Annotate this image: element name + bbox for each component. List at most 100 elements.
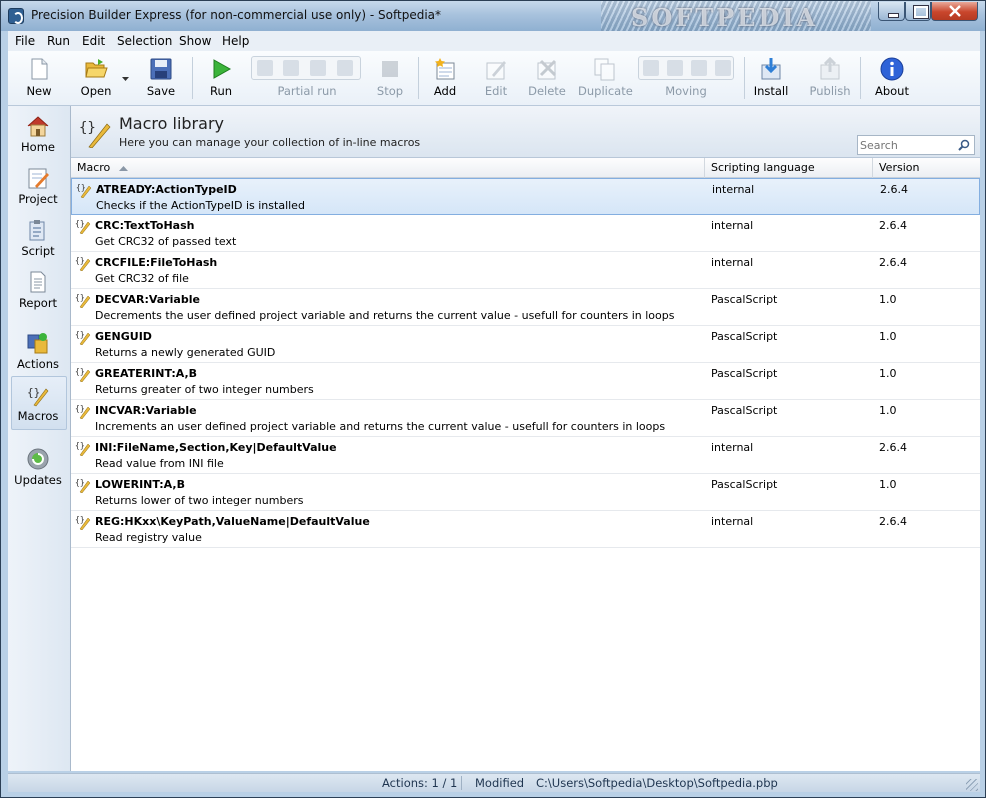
table-row[interactable]: {} REG:HKxx\KeyPath,ValueName|DefaultValu… [71,511,980,548]
macro-icon: {} [75,219,91,234]
watermark-text: SOFTPEDIA [631,3,819,32]
moving-group[interactable]: Moving [638,53,734,103]
partial-run-buttons[interactable] [251,56,361,80]
svg-text:{}: {} [75,256,85,265]
duplicate-button[interactable]: Duplicate [578,53,633,103]
table-row[interactable]: {} ATREADY:ActionTypeID Checks if the Acti… [71,178,980,215]
sidebar-label: Script [21,244,55,258]
sidebar-item-project[interactable]: Project [8,160,68,216]
app-logo-icon[interactable] [8,8,24,24]
install-button[interactable]: Install [752,53,790,103]
run-button[interactable]: Run [200,53,242,103]
status-separator [461,776,462,790]
page-subtitle: Here you can manage your collection of i… [119,136,421,149]
table-row[interactable]: {} GREATERINT:A,B Returns greater of two i… [71,363,980,400]
column-header-label: Macro [77,161,111,174]
menu-file[interactable]: File [15,34,35,48]
sidebar-label: Macros [17,409,59,423]
close-button[interactable] [931,2,978,21]
toolbar-separator [192,57,193,99]
move-down-icon [691,60,707,76]
sidebar-item-macros[interactable]: {} Macros [8,377,68,433]
status-actions-count: Actions: 1 / 1 [382,776,458,790]
sidebar-label: Report [18,296,58,310]
open-folder-icon [85,59,108,78]
updates-icon [27,448,49,470]
column-header-macro[interactable]: Macro [71,158,705,178]
delete-button[interactable]: Delete [526,53,568,103]
minimize-button[interactable] [878,2,905,21]
sidebar-item-home[interactable]: Home [8,108,68,164]
home-icon [27,116,49,137]
table-row[interactable]: {} DECVAR:Variable Decrements the user def… [71,289,980,326]
resize-grip[interactable] [966,779,978,791]
macro-icon: {} [75,256,91,271]
menu-run[interactable]: Run [47,34,70,48]
sidebar-item-report[interactable]: Report [8,264,68,320]
publish-button[interactable]: Publish [808,53,852,103]
close-icon [948,5,961,17]
table-row[interactable]: {} LOWERINT:A,B Returns lower of two integ… [71,474,980,511]
macro-name: CRCFILE:FileToHash [95,256,218,269]
delete-icon [537,59,557,80]
sidebar-label: Project [18,192,58,206]
new-button[interactable]: New [18,53,60,103]
table-row[interactable]: {} CRC:TextToHash Get CRC32 of passed text… [71,215,980,252]
partial-run-label: Partial run [277,84,337,98]
menu-show[interactable]: Show [179,34,211,48]
partial-run-group[interactable]: Partial run [251,53,363,103]
macros-icon: {} [27,386,49,407]
macro-version: 1.0 [879,478,897,491]
stop-button[interactable]: Stop [370,53,410,103]
moving-buttons[interactable] [638,56,734,80]
svg-text:{}: {} [75,367,85,376]
stop-icon [382,61,398,77]
menu-selection[interactable]: Selection [117,34,172,48]
add-label: Add [433,84,457,98]
status-modified: Modified [475,776,525,790]
macro-language: internal [711,256,754,269]
column-header-language[interactable]: Scripting language [705,158,873,178]
macro-language: internal [711,441,754,454]
svg-text:{}: {} [75,478,85,487]
menu-bar: File Run Edit Selection Show Help [8,31,980,51]
search-input[interactable] [860,137,956,153]
menu-help[interactable]: Help [222,34,249,48]
table-row[interactable]: {} GENGUID Returns a newly generated GUID P… [71,326,980,363]
open-dropdown-chevron-icon[interactable] [122,77,130,82]
sidebar-label: Actions [16,357,59,371]
sidebar-item-actions[interactable]: Actions [8,325,68,381]
search-icon[interactable] [958,139,970,151]
macro-description: Returns greater of two integer numbers [95,383,314,396]
sidebar-item-updates[interactable]: Updates [8,441,68,497]
sidebar-item-script[interactable]: Script [8,212,68,268]
macro-icon: {} [75,441,91,456]
macro-icon: {} [76,183,92,198]
title-bar[interactable]: Precision Builder Express (for non-comme… [1,1,985,32]
stop-label: Stop [376,84,404,98]
macro-name: LOWERINT:A,B [95,478,185,491]
macro-icon: {} [75,515,91,530]
about-button[interactable]: About [872,53,912,103]
toolbar-separator [744,57,745,99]
open-label: Open [80,84,112,98]
maximize-button[interactable] [905,2,931,21]
macro-description: Get CRC32 of passed text [95,235,237,248]
move-up-icon [667,60,683,76]
step-next-icon [310,60,326,76]
add-button[interactable]: Add [426,53,464,103]
about-label: About [874,84,909,98]
search-box[interactable] [857,135,975,155]
open-button[interactable]: Open [74,53,118,103]
table-row[interactable]: {} INI:FileName,Section,Key|DefaultValue R… [71,437,980,474]
column-header-version[interactable]: Version [873,158,980,178]
macro-name: INI:FileName,Section,Key|DefaultValue [95,441,337,454]
menu-edit[interactable]: Edit [82,34,105,48]
status-file-path: C:\Users\Softpedia\Desktop\Softpedia.pbp [536,776,778,790]
save-button[interactable]: Save [140,53,182,103]
step-prev-icon [283,60,299,76]
table-row[interactable]: {} CRCFILE:FileToHash Get CRC32 of file int… [71,252,980,289]
table-row[interactable]: {} INCVAR:Variable Increments an user defi… [71,400,980,437]
edit-button[interactable]: Edit [478,53,514,103]
status-bar: Actions: 1 / 1 Modified C:\Users\Softped… [8,773,980,792]
